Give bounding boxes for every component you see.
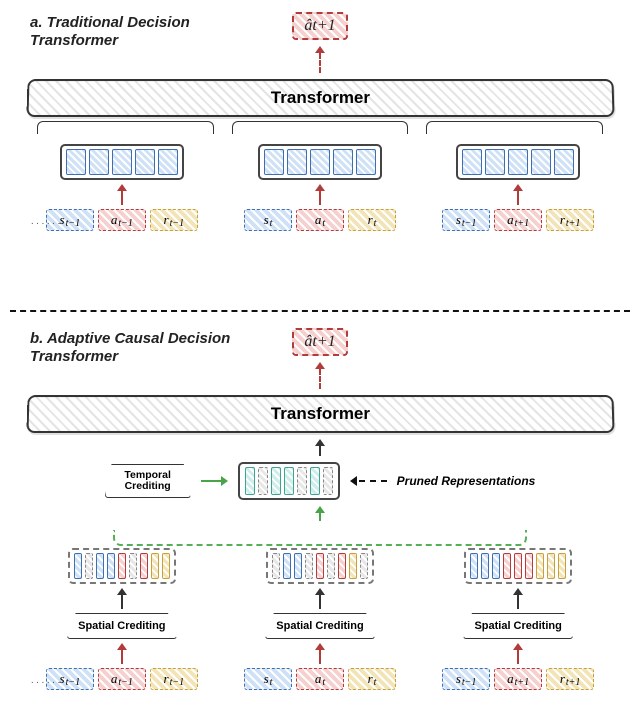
tokrow-a-1 bbox=[60, 144, 184, 180]
tokrow-a-2 bbox=[258, 144, 382, 180]
panel-b-title: b. Adaptive Causal Decision Transformer bbox=[30, 330, 270, 366]
transformer-b: Transformer bbox=[26, 395, 614, 433]
transformer-a: Transformer bbox=[26, 79, 614, 117]
state-box: st bbox=[244, 668, 292, 690]
pruned-label: Pruned Representations bbox=[397, 474, 536, 488]
arrow-transformer-to-output-b bbox=[315, 362, 325, 389]
tokrow-b-3 bbox=[464, 548, 572, 584]
sar-a-1: st−1 at−1 rt−1 bbox=[46, 209, 198, 231]
figure: a. Traditional Decision Transformer ât+1… bbox=[0, 0, 640, 728]
tokrow-a-3 bbox=[456, 144, 580, 180]
brace-a-3 bbox=[426, 121, 603, 134]
col-b-2: Spatial Crediting st at rt bbox=[227, 548, 413, 690]
panel-b-stack: ât+1 Transformer Temporal Crediting bbox=[10, 324, 630, 690]
spatial-label: Spatial Crediting bbox=[472, 621, 563, 632]
tokrow-b-2 bbox=[266, 548, 374, 584]
panel-divider bbox=[10, 310, 630, 312]
brace-row-a bbox=[29, 121, 612, 134]
ellipsis-icon: ······ bbox=[31, 677, 63, 688]
sar-b-3: st−1 at+1 rt+1 bbox=[442, 668, 594, 690]
output-a-box: ât+1 bbox=[292, 12, 347, 40]
col-b-1: Spatial Crediting st−1 at−1 rt−1 bbox=[29, 548, 215, 690]
columns-a: ······ st−1 at−1 rt−1 bbox=[29, 144, 612, 231]
arrow-green-up-icon bbox=[315, 506, 325, 521]
reward-box: rt−1 bbox=[150, 209, 198, 231]
ellipsis-icon: ······ bbox=[31, 218, 63, 229]
temporal-crediting-block: Temporal Crediting bbox=[105, 464, 191, 498]
panel-a-title: a. Traditional Decision Transformer bbox=[30, 14, 270, 50]
arrow-up-icon bbox=[513, 643, 523, 664]
reward-box: rt bbox=[348, 209, 396, 231]
spatial-crediting-3: Spatial Crediting bbox=[463, 613, 573, 639]
action-box: at−1 bbox=[98, 668, 146, 690]
green-dashed-bracket bbox=[113, 530, 526, 546]
reward-box: rt bbox=[348, 668, 396, 690]
spatial-crediting-1: Spatial Crediting bbox=[67, 613, 177, 639]
arrow-up-icon bbox=[315, 643, 325, 664]
state-box: st−1 bbox=[442, 668, 490, 690]
brace-a-1 bbox=[37, 121, 214, 134]
output-b-text: ât+1 bbox=[304, 333, 335, 350]
panel-b: b. Adaptive Causal Decision Transformer … bbox=[10, 324, 630, 720]
arrow-up-icon bbox=[117, 184, 127, 205]
output-b-box: ât+1 bbox=[292, 328, 347, 356]
arrow-transformer-to-output-a bbox=[315, 46, 325, 73]
reward-box: rt−1 bbox=[150, 668, 198, 690]
sar-b-2: st at rt bbox=[244, 668, 396, 690]
arrow-up-icon bbox=[117, 588, 127, 609]
spatial-label: Spatial Crediting bbox=[76, 621, 167, 632]
arrow-up-icon bbox=[513, 588, 523, 609]
spatial-crediting-2: Spatial Crediting bbox=[265, 613, 375, 639]
arrow-up-icon bbox=[117, 643, 127, 664]
action-box: at bbox=[296, 668, 344, 690]
arrow-up-icon bbox=[513, 184, 523, 205]
reward-box: rt+1 bbox=[546, 209, 594, 231]
action-box: at bbox=[296, 209, 344, 231]
brace-a-2 bbox=[232, 121, 409, 134]
sar-b-1: st−1 at−1 rt−1 bbox=[46, 668, 198, 690]
pruned-arrow-icon bbox=[350, 476, 387, 486]
temporal-row: Temporal Crediting Pruned Representation… bbox=[16, 462, 624, 500]
arrow-up-icon bbox=[315, 588, 325, 609]
col-a-2: st at rt bbox=[227, 144, 413, 231]
tokrow-b-1 bbox=[68, 548, 176, 584]
output-a-text: ât+1 bbox=[304, 17, 335, 34]
spatial-label: Spatial Crediting bbox=[274, 621, 365, 632]
action-box: at+1 bbox=[494, 668, 542, 690]
state-box: st bbox=[244, 209, 292, 231]
columns-b: ······ Spatial Crediting st−1 at−1 rt−1 bbox=[29, 548, 612, 690]
action-box: at−1 bbox=[98, 209, 146, 231]
col-b-3: Spatial Crediting st−1 at+1 rt+1 bbox=[425, 548, 611, 690]
temporal-token-row bbox=[238, 462, 340, 500]
arrow-temporal-to-transformer bbox=[315, 439, 325, 456]
state-box: st−1 bbox=[442, 209, 490, 231]
temporal-crediting-label: Temporal Crediting bbox=[105, 470, 191, 492]
arrow-right-green-icon bbox=[201, 476, 228, 486]
action-box: at+1 bbox=[494, 209, 542, 231]
arrow-up-icon bbox=[315, 184, 325, 205]
sar-a-2: st at rt bbox=[244, 209, 396, 231]
sar-a-3: st−1 at+1 rt+1 bbox=[442, 209, 594, 231]
reward-box: rt+1 bbox=[546, 668, 594, 690]
panel-a: a. Traditional Decision Transformer ât+1… bbox=[10, 8, 630, 300]
col-a-3: st−1 at+1 rt+1 bbox=[425, 144, 611, 231]
